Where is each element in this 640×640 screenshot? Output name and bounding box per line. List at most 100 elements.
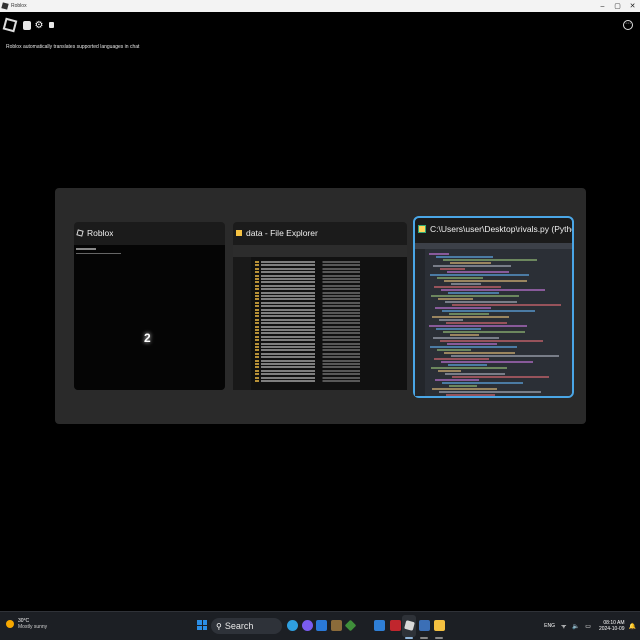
preview-code-line	[436, 256, 493, 258]
preview-file-row	[255, 305, 405, 308]
task-card-roblox[interactable]: Roblox 2	[74, 222, 225, 390]
wifi-volume-battery-icons[interactable]: ᯤ 🔈 ▭	[561, 622, 593, 630]
preview-file-row	[255, 274, 405, 277]
backpack-button[interactable]	[45, 17, 57, 33]
preview-file-row	[255, 267, 405, 270]
preview-code-line	[446, 394, 495, 396]
preview-file-row	[255, 380, 405, 382]
preview-code-line	[450, 334, 479, 336]
start-button[interactable]	[197, 620, 207, 630]
preview-file-row	[255, 339, 405, 342]
preview-code-line	[430, 346, 517, 348]
preview-toolbar	[233, 245, 407, 257]
translation-notice: Roblox automatically translates supporte…	[6, 44, 140, 50]
preview-file-row	[255, 301, 405, 304]
minimize-button[interactable]: –	[595, 0, 610, 12]
task-card-title: data - File Explorer	[246, 228, 318, 238]
preview-file-row	[255, 318, 405, 321]
task-card-python-editor[interactable]: C:\Users\user\Desktop\rivals.py (Python-…	[413, 216, 574, 398]
roblox-menu-button[interactable]	[2, 17, 18, 33]
task-card-caption: C:\Users\user\Desktop\rivals.py (Python-…	[415, 218, 572, 240]
preview-file-row	[255, 359, 405, 362]
preview-number: 2	[144, 331, 151, 345]
preview-file-row	[255, 325, 405, 328]
preview-file-row	[255, 342, 405, 345]
preview-file-row	[255, 295, 405, 297]
preview-file-row	[255, 332, 405, 335]
clock-date: 2024-10-09	[598, 626, 625, 632]
weather-widget[interactable]: 30°C Mostly sunny	[6, 618, 47, 630]
window-title: Roblox	[11, 3, 27, 9]
more-button[interactable]: ⋯	[621, 17, 635, 33]
weather-condition: Mostly sunny	[18, 624, 48, 630]
preview-code-line	[438, 298, 473, 300]
preview-file-row	[255, 369, 405, 372]
window-titlebar: Roblox – ▢ ✕	[0, 0, 640, 12]
preview-file-row	[255, 322, 405, 325]
clock[interactable]: 08:10 AM 2024-10-09	[599, 620, 625, 632]
windows-logo-tile	[197, 625, 202, 630]
preview-file-row	[255, 264, 405, 267]
preview-code-line	[438, 370, 461, 372]
preview-code-line	[448, 364, 487, 366]
maximize-button[interactable]: ▢	[610, 0, 625, 12]
task-card-preview	[415, 243, 572, 396]
preview-code-line	[446, 322, 507, 324]
preview-code-line	[434, 358, 489, 360]
running-indicator	[420, 637, 428, 639]
app-red-icon[interactable]	[390, 620, 401, 631]
preview-file-row	[255, 315, 405, 318]
preview-code-line	[435, 379, 479, 381]
python-taskbar-icon[interactable]	[419, 620, 430, 631]
sun-icon	[6, 620, 14, 628]
settings-button[interactable]: ⚙	[33, 17, 45, 33]
preview-code-line	[441, 361, 533, 363]
discord-icon[interactable]	[302, 620, 313, 631]
file-explorer-icon[interactable]	[434, 620, 445, 631]
close-button[interactable]: ✕	[625, 0, 640, 12]
folder-icon	[236, 230, 242, 236]
preview-code-line	[449, 313, 489, 315]
pickaxe-icon[interactable]	[344, 619, 357, 632]
preview-code-line	[431, 367, 507, 369]
preview-file-row	[255, 346, 405, 348]
preview-code-line	[440, 268, 465, 270]
task-card-preview	[233, 245, 407, 390]
preview-code-line	[452, 376, 549, 378]
preview-code-line	[433, 265, 511, 267]
preview-code-line	[447, 271, 509, 273]
preview-topbar	[76, 248, 96, 250]
task-card-file-explorer[interactable]: data - File Explorer	[233, 222, 407, 390]
preview-file-row	[255, 271, 405, 274]
windows-logo-tile	[202, 625, 207, 630]
preview-code-line	[434, 286, 501, 288]
settings-icon: ⚙	[34, 19, 44, 31]
taskbar-search[interactable]: ⚲ Search	[211, 618, 282, 634]
vscode-icon[interactable]	[374, 620, 385, 631]
preview-file-row	[255, 349, 405, 352]
windows-logo-tile	[202, 620, 207, 625]
store-icon[interactable]	[316, 620, 327, 631]
chat-button[interactable]	[21, 17, 33, 33]
taskbar: 30°C Mostly sunny ⚲ Search ENG ᯤ 🔈 ▭ 08:…	[0, 611, 640, 640]
edge-icon[interactable]	[287, 620, 298, 631]
roblox-menu-icon	[2, 17, 18, 33]
preview-file-row	[255, 261, 405, 263]
preview-code-line	[444, 352, 515, 354]
preview-code-line	[451, 283, 481, 285]
preview-code-line	[437, 277, 483, 279]
running-indicator	[435, 637, 443, 639]
preview-code-line	[436, 328, 481, 330]
chat-icon	[23, 20, 31, 30]
roblox-app-icon	[1, 2, 9, 10]
language-indicator[interactable]: ENG	[544, 623, 555, 629]
python-icon	[418, 225, 426, 233]
roblox-icon	[76, 229, 84, 237]
preview-code-line	[430, 274, 529, 276]
task-card-caption: Roblox	[74, 222, 225, 244]
minecraft-icon[interactable]	[331, 620, 342, 631]
notification-icon[interactable]: 🔔	[629, 623, 636, 630]
preview-code-line	[432, 388, 497, 390]
preview-file-row	[255, 352, 405, 355]
preview-code-line	[445, 301, 517, 303]
